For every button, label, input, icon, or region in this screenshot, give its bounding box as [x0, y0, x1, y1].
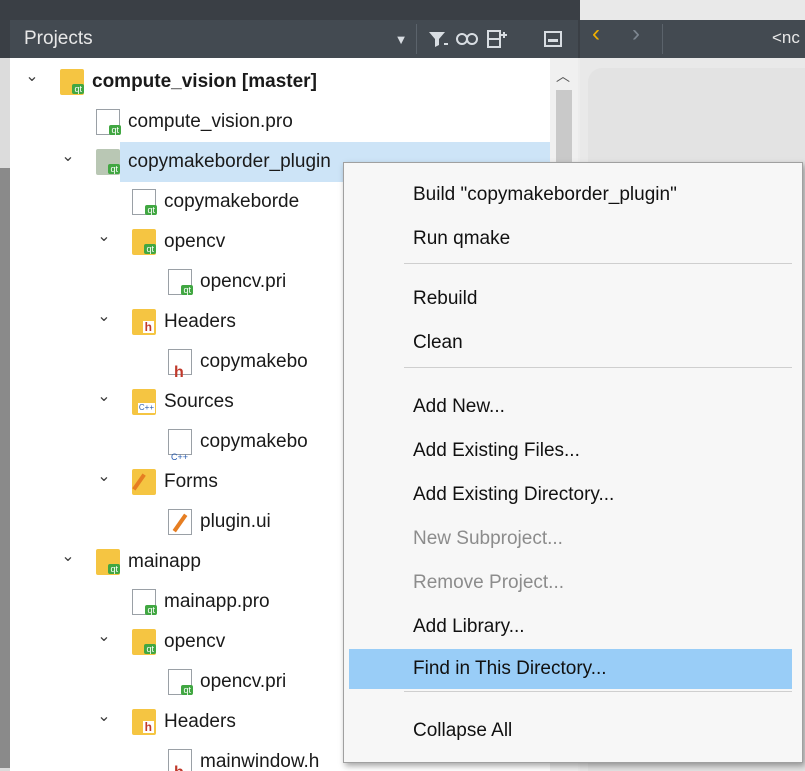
tree-item-label: copymakebo: [200, 431, 308, 452]
menu-item-label: Collapse All: [413, 720, 513, 741]
tree-item-label: Headers: [164, 311, 236, 332]
context-menu: Build "copymakeborder_plugin" Run qmake Re…: [343, 162, 803, 763]
tree-item-label: copymakeborde: [164, 191, 300, 212]
tree-item-label: plugin.ui: [200, 511, 271, 532]
link-icon[interactable]: [454, 25, 480, 53]
tree-item[interactable]: compute_vision.pro: [10, 102, 550, 142]
header-file-icon: [168, 349, 192, 393]
split-icon[interactable]: [484, 25, 510, 53]
menu-item[interactable]: Add New...: [344, 387, 802, 427]
tree-item-label: compute_vision [master]: [92, 71, 317, 92]
menu-item-label: Add Existing Files...: [413, 440, 580, 461]
menu-item[interactable]: Rebuild: [344, 279, 802, 319]
menu-item[interactable]: Add Library...: [344, 607, 802, 647]
panel-title: Projects: [24, 28, 93, 49]
tree-item-label: compute_vision.pro: [128, 111, 293, 132]
expand-chevron-icon[interactable]: ⌄: [58, 542, 78, 572]
menu-item-label: Build "copymakeborder_plugin": [413, 184, 677, 205]
menu-item-label: Add New...: [413, 396, 505, 417]
forms-folder-icon: [132, 469, 156, 495]
tree-item-label: copymakebo: [200, 351, 308, 372]
menu-item[interactable]: Collapse All: [344, 711, 802, 751]
expand-chevron-icon[interactable]: ⌄: [22, 62, 42, 92]
toolbar-divider: [662, 24, 663, 54]
qt-folder-icon: [60, 69, 85, 95]
tree-item[interactable]: ⌄ compute_vision [master]: [10, 62, 550, 102]
menu-item: Remove Project...: [344, 563, 802, 603]
header-file-icon: [168, 749, 192, 771]
expand-chevron-icon[interactable]: ⌄: [94, 382, 114, 412]
qt-folder-icon: [96, 549, 121, 575]
left-edge: [0, 58, 10, 771]
menu-item[interactable]: Run qmake: [344, 219, 802, 259]
menu-item[interactable]: Clean: [344, 323, 802, 363]
menu-item-label: Rebuild: [413, 288, 478, 309]
menu-item[interactable]: Find in This Directory...: [349, 649, 792, 689]
menu-item-label: Add Existing Directory...: [413, 484, 615, 505]
tree-item-label: mainwindow.h: [200, 751, 320, 771]
tree-item-label: Sources: [164, 391, 234, 412]
qt-file-icon: [96, 109, 122, 135]
tree-item-label: opencv: [164, 231, 226, 252]
menu-item-label: Clean: [413, 332, 463, 353]
tree-item-label: opencv.pri: [200, 271, 287, 292]
document-selector[interactable]: <nc: [772, 28, 800, 48]
header-folder-icon: [132, 309, 156, 335]
expand-chevron-icon[interactable]: ⌄: [58, 142, 78, 172]
menu-item[interactable]: Build "copymakeborder_plugin": [344, 175, 802, 215]
close-panel-icon[interactable]: [540, 25, 566, 53]
chevron-right-icon[interactable]: ›: [632, 20, 640, 48]
tree-item-label: opencv: [164, 631, 226, 652]
qt-file-icon: [168, 669, 194, 695]
header-folder-icon: [132, 709, 156, 735]
header-divider: [416, 24, 417, 54]
qt-file-icon: [168, 269, 194, 295]
menu-item[interactable]: Add Existing Directory...: [344, 475, 802, 515]
menu-item-label: Find in This Directory...: [413, 658, 607, 679]
menu-item-label: Run qmake: [413, 228, 511, 249]
qt-folder-icon: [96, 149, 121, 175]
menu-item-label: Remove Project...: [413, 572, 564, 593]
scroll-up-icon[interactable]: ︿: [556, 66, 570, 86]
source-folder-icon: [132, 389, 156, 415]
expand-chevron-icon[interactable]: ⌄: [94, 702, 114, 732]
chevron-left-icon[interactable]: ‹: [592, 20, 600, 48]
expand-chevron-icon[interactable]: ⌄: [94, 222, 114, 252]
qt-folder-icon: [132, 629, 157, 655]
menu-item: New Subproject...: [344, 519, 802, 559]
ui-file-icon: [168, 509, 192, 535]
tree-item-label: copymakeborder_plugin: [128, 151, 331, 172]
menu-item-label: New Subproject...: [413, 528, 563, 549]
menu-separator: [404, 263, 792, 264]
tree-item-label: mainapp.pro: [164, 591, 270, 612]
qt-file-icon: [132, 189, 158, 215]
tree-item-label: Forms: [164, 471, 218, 492]
menu-separator: [404, 367, 792, 368]
menu-item-label: Add Library...: [413, 616, 525, 637]
menu-item[interactable]: Add Existing Files...: [344, 431, 802, 471]
expand-chevron-icon[interactable]: ⌄: [94, 622, 114, 652]
projects-panel-header: Projects ▼: [10, 20, 578, 58]
expand-chevron-icon[interactable]: ⌄: [94, 462, 114, 492]
filter-icon[interactable]: [424, 25, 452, 53]
cpp-file-icon: [168, 429, 192, 477]
expand-chevron-icon[interactable]: ⌄: [94, 302, 114, 332]
tree-item-label: Headers: [164, 711, 236, 732]
menu-separator: [404, 691, 792, 692]
qt-folder-icon: [132, 229, 157, 255]
tree-item-label: mainapp: [128, 551, 201, 572]
tree-item-label: opencv.pri: [200, 671, 287, 692]
dropdown-arrow-icon[interactable]: ▼: [392, 25, 410, 53]
qt-file-icon: [132, 589, 158, 615]
